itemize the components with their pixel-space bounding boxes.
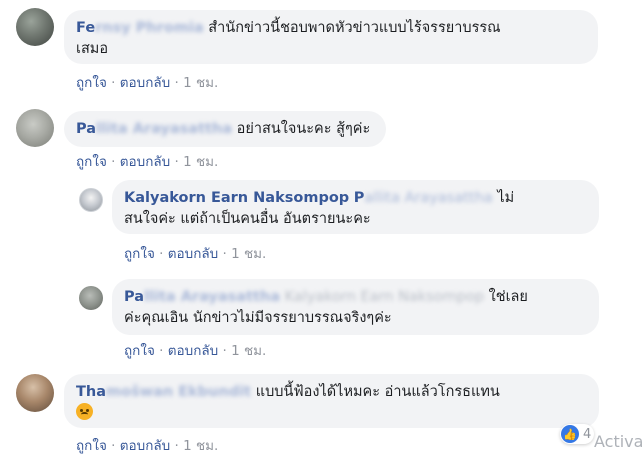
author-name-redacted: mošwan Ekbundit: [106, 384, 252, 400]
comment-time[interactable]: 1 ชม.: [183, 154, 218, 170]
avatar[interactable]: [16, 8, 54, 46]
reply-link[interactable]: ตอบกลับ: [120, 154, 170, 170]
comment-bubble: Thamošwan Ekbundit แบบนี้ฟ้องได้ไหมคะ อ่…: [64, 374, 599, 428]
comment-text: อย่าสนใจนะคะ สู้ๆค่ะ: [236, 121, 371, 137]
thumbs-up-icon: 👍: [561, 425, 579, 443]
activate-watermark: Activa: [594, 432, 642, 451]
author-name-redacted: rnsy Phromia: [95, 20, 204, 36]
avatar[interactable]: [79, 286, 103, 310]
comment-bubble: Pallita Arayasattha Kalyakorn Earn Nakso…: [112, 279, 599, 335]
like-link[interactable]: ถูกใจ: [76, 438, 107, 454]
comment-actions: ถูกใจ · ตอบกลับ · 1 ชม.: [76, 154, 219, 170]
comment-actions: ถูกใจ · ตอบกลับ · 1 ชม.: [76, 75, 219, 91]
tagged-name-redacted[interactable]: Kalyakorn Earn Naksompop: [285, 289, 484, 305]
comment-text: สนใจค่ะ แต่ถ้าเป็นคนอื่น อันตรายนะคะ: [124, 211, 371, 227]
comment-text: แบบนี้ฟ้องได้ไหมคะ อ่านแล้วโกรธแทน: [255, 384, 500, 400]
reaction-count: 4: [583, 426, 592, 442]
author-name[interactable]: Pallita Arayasattha: [124, 289, 280, 305]
author-name-redacted: llita Arayasattha: [96, 121, 233, 137]
comment-time[interactable]: 1 ชม.: [183, 75, 218, 91]
like-link[interactable]: ถูกใจ: [76, 154, 107, 170]
like-link[interactable]: ถูกใจ: [124, 246, 155, 262]
comment-bubble: Kalyakorn Earn Naksompop Pallita Arayasa…: [112, 180, 599, 234]
reply-link[interactable]: ตอบกลับ: [168, 246, 218, 262]
avatar[interactable]: [16, 374, 54, 412]
reply-link[interactable]: ตอบกลับ: [120, 75, 170, 91]
author-name-redacted: llita Arayasattha: [144, 289, 281, 305]
comment-time[interactable]: 1 ชม.: [231, 343, 266, 359]
comment-actions: ถูกใจ · ตอบกลับ · 1 ชม.: [124, 343, 267, 359]
comment-text: ไม่: [497, 190, 515, 206]
author-name[interactable]: Pallita Arayasattha: [76, 121, 232, 137]
like-link[interactable]: ถูกใจ: [124, 343, 155, 359]
avatar[interactable]: [16, 109, 54, 147]
reply-link[interactable]: ตอบกลับ: [168, 343, 218, 359]
author-name[interactable]: Fernsy Phromia: [76, 20, 204, 36]
comment-time[interactable]: 1 ชม.: [183, 438, 218, 454]
comment-bubble: Pallita Arayasattha อย่าสนใจนะคะ สู้ๆค่ะ: [64, 111, 386, 147]
reply-link[interactable]: ตอบกลับ: [120, 438, 170, 454]
comment-text: สำนักข่าวนี้ชอบพาดหัวข่าวแบบไร้จรรยาบรรณ: [208, 20, 501, 36]
comment-text: เสมอ: [76, 41, 109, 57]
comment-text: ค่ะคุณเอิน นักข่าวไม่มีจรรยาบรรณจริงๆค่ะ: [124, 310, 392, 326]
comment-time[interactable]: 1 ชม.: [231, 246, 266, 262]
author-name[interactable]: Thamošwan Ekbundit: [76, 384, 251, 400]
angry-face-emoji: [76, 403, 93, 420]
comment-bubble: Fernsy Phromia สำนักข่าวนี้ชอบพาดหัวข่าว…: [64, 10, 598, 64]
comment-text: ใช่เลย: [488, 289, 528, 305]
reaction-count-badge[interactable]: 👍 4: [560, 424, 595, 444]
tagged-name[interactable]: Pallita Arayasattha: [354, 190, 493, 206]
author-name[interactable]: Kalyakorn Earn Naksompop: [124, 190, 349, 206]
tagged-name-redacted: allita Arayasattha: [364, 190, 493, 206]
like-link[interactable]: ถูกใจ: [76, 75, 107, 91]
avatar[interactable]: [79, 188, 103, 212]
comment-actions: ถูกใจ · ตอบกลับ · 1 ชม.: [124, 246, 267, 262]
